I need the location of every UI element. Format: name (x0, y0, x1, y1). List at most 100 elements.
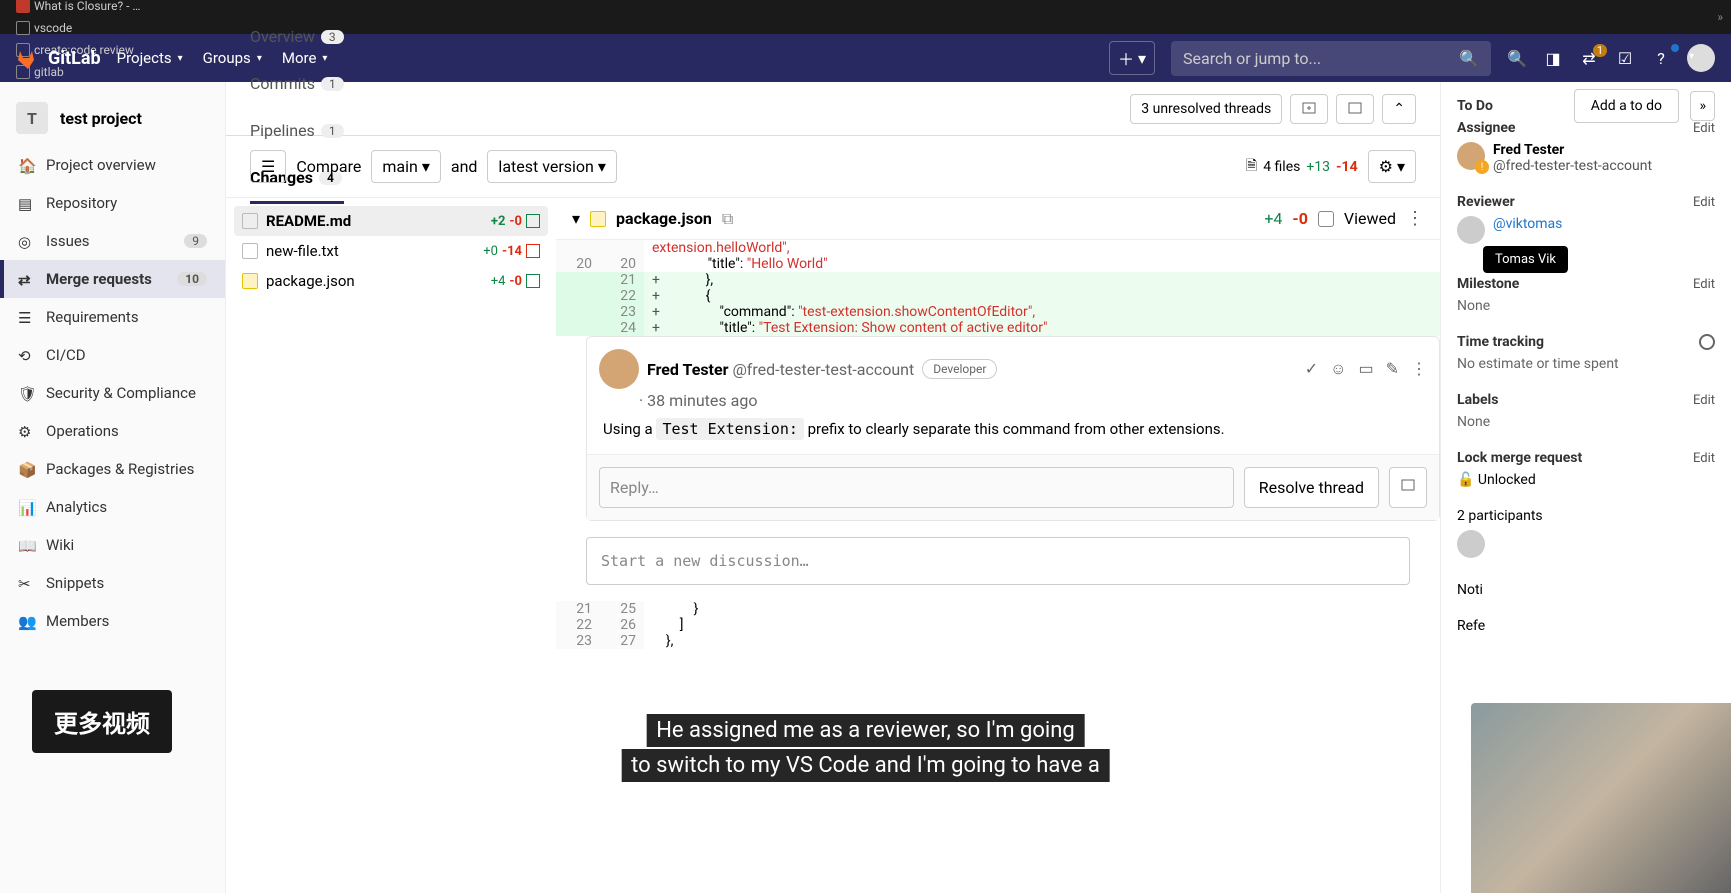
thread-new-icon[interactable] (1290, 94, 1328, 124)
file-icon (242, 243, 258, 259)
diff-line[interactable]: 20 20 "title": "Hello World" (556, 256, 1440, 272)
sidebar-item-analytics[interactable]: 📊 Analytics (0, 488, 225, 526)
todo-icon[interactable]: ☑ (1615, 48, 1635, 68)
project-sidebar: T test project 🏠 Project overview ▤ Repo… (0, 82, 226, 893)
sidebar-icon: 📦 (18, 461, 34, 477)
viewed-checkbox[interactable] (1318, 211, 1334, 227)
unresolved-threads[interactable]: 3 unresolved threads (1130, 94, 1282, 124)
commenter-name[interactable]: Fred Tester (647, 360, 728, 379)
file-list: README.md +2 -0 new-file.txt +0 -14 pack… (226, 198, 556, 893)
tabs-overflow-icon[interactable]: » (1717, 10, 1723, 24)
sidebar-item-merge-requests[interactable]: ⇄ Merge requests 10 (0, 260, 225, 298)
expand-sidebar-icon[interactable]: » (1690, 91, 1715, 121)
file-additions: +4 (491, 274, 506, 289)
sidebar-item-packages-registries[interactable]: 📦 Packages & Registries (0, 450, 225, 488)
reviewer-avatar[interactable] (1457, 216, 1485, 244)
sidebar-item-requirements[interactable]: ☰ Requirements (0, 298, 225, 336)
sidebar-item-wiki[interactable]: 📖 Wiki (0, 526, 225, 564)
diff-line[interactable]: 22 26 ] (556, 617, 1440, 633)
more-videos-overlay[interactable]: 更多视频 (32, 690, 172, 753)
comment-body: Using a Test Extension: prefix to clearl… (587, 420, 1439, 454)
file-item[interactable]: new-file.txt +0 -14 (234, 236, 548, 266)
sidebar-icon: 📖 (18, 537, 34, 553)
user-avatar[interactable] (1687, 44, 1715, 72)
browser-tab[interactable]: vscode (8, 17, 158, 39)
copy-path-icon[interactable]: ⧉ (722, 209, 733, 229)
search-icon-nav[interactable]: 🔍 (1507, 48, 1527, 68)
tab-commits[interactable]: Commits 1 (250, 60, 344, 107)
file-item[interactable]: README.md +2 -0 (234, 206, 548, 236)
issues-icon[interactable]: ◨ (1543, 48, 1563, 68)
line-num-old (556, 320, 600, 336)
and-label: and (451, 157, 478, 176)
commenter-avatar[interactable] (599, 349, 639, 389)
sidebar-item-ci-cd[interactable]: ⟲ CI/CD (0, 336, 225, 374)
reviewer-edit[interactable]: Edit (1693, 195, 1715, 210)
thread-jump-icon[interactable] (1336, 94, 1374, 124)
time-info-icon[interactable] (1699, 334, 1715, 350)
assignee-avatar[interactable]: ! (1457, 142, 1485, 170)
lock-edit[interactable]: Edit (1693, 451, 1715, 466)
participants-label: 2 participants (1457, 508, 1715, 524)
project-header[interactable]: T test project (0, 90, 225, 146)
browser-tab[interactable]: What is Closure? - … (8, 0, 158, 17)
diff-line[interactable]: 23 + "command": "test-extension.showCont… (556, 304, 1440, 320)
new-discussion-input[interactable]: Start a new discussion… (586, 537, 1410, 585)
sidebar-item-members[interactable]: 👥 Members (0, 602, 225, 640)
line-content: } (644, 601, 1440, 617)
gitlab-logo[interactable]: GitLab (16, 46, 101, 70)
sidebar-item-repository[interactable]: ▤ Repository (0, 184, 225, 222)
diff-line[interactable]: 21 25 } (556, 601, 1440, 617)
line-num-new: 23 (600, 304, 644, 320)
diff-line[interactable]: 21 + }, (556, 272, 1440, 288)
diff-line[interactable]: 23 27 }, (556, 633, 1440, 649)
file-item[interactable]: package.json +4 -0 (234, 266, 548, 296)
sidebar-item-operations[interactable]: ⚙ Operations (0, 412, 225, 450)
tree-toggle-icon[interactable]: ☰ (250, 150, 286, 183)
sidebar-item-issues[interactable]: ◎ Issues 9 (0, 222, 225, 260)
file-menu-icon[interactable]: ⋮ (1406, 208, 1424, 229)
diff-header: ▾ package.json ⧉ +4 -0 Viewed ⋮ (556, 198, 1440, 240)
reviewer-handle[interactable]: @viktomas (1493, 216, 1562, 232)
labels-edit[interactable]: Edit (1693, 393, 1715, 408)
base-branch-dropdown[interactable]: main ▾ (371, 150, 441, 183)
mr-icon[interactable]: ⇄1 (1579, 48, 1599, 68)
reply-input[interactable]: Reply… (599, 467, 1234, 508)
chevron-down-icon[interactable]: ▾ (572, 209, 580, 228)
resolve-thread-button[interactable]: Resolve thread (1244, 467, 1379, 508)
new-dropdown[interactable]: ＋▾ (1109, 41, 1155, 75)
target-version-dropdown[interactable]: latest version ▾ (487, 150, 616, 183)
assignee-name: Fred Tester (1493, 142, 1652, 158)
add-todo-button[interactable]: Add a to do (1574, 89, 1679, 123)
compare-row: ☰ Compare main ▾ and latest version ▾ 🗎 … (226, 136, 1440, 198)
diff-line[interactable]: extension.helloWorld", (556, 240, 1440, 256)
emoji-icon[interactable]: ☺ (1330, 359, 1346, 379)
menu-projects[interactable]: Projects (117, 49, 183, 67)
edit-icon[interactable]: ✎ (1386, 359, 1399, 379)
sidebar-item-project-overview[interactable]: 🏠 Project overview (0, 146, 225, 184)
line-content: extension.helloWorld", (644, 240, 1440, 256)
file-icon (242, 213, 258, 229)
thread-icon[interactable]: ▭ (1358, 359, 1373, 379)
tab-overview[interactable]: Overview 3 (250, 13, 344, 60)
milestone-edit[interactable]: Edit (1693, 277, 1715, 292)
assignee-edit[interactable]: Edit (1693, 121, 1715, 136)
labels-value: None (1457, 414, 1715, 430)
participant-avatar[interactable] (1457, 530, 1485, 558)
check-circle-icon[interactable]: ✓ (1305, 359, 1318, 379)
tab-label: What is Closure? - … (34, 0, 140, 13)
notifications-label: Noti (1457, 582, 1483, 598)
video-subtitle: He assigned me as a reviewer, so I'm goi… (621, 713, 1110, 783)
resolve-new-icon[interactable] (1389, 467, 1427, 508)
global-search[interactable]: Search or jump to... 🔍 (1171, 41, 1491, 76)
line-num-new: 20 (600, 256, 644, 272)
more-icon[interactable]: ⋮ (1411, 359, 1427, 379)
diff-line[interactable]: 22 + { (556, 288, 1440, 304)
collapse-icon[interactable]: ⌃ (1382, 94, 1416, 124)
settings-dropdown[interactable]: ⚙ ▾ (1368, 150, 1416, 183)
labels-label: Labels (1457, 392, 1498, 408)
sidebar-item-security-compliance[interactable]: 🛡 Security & Compliance (0, 374, 225, 412)
help-icon[interactable]: ? (1651, 48, 1671, 68)
diff-line[interactable]: 24 + "title": "Test Extension: Show cont… (556, 320, 1440, 336)
sidebar-item-snippets[interactable]: ✂ Snippets (0, 564, 225, 602)
